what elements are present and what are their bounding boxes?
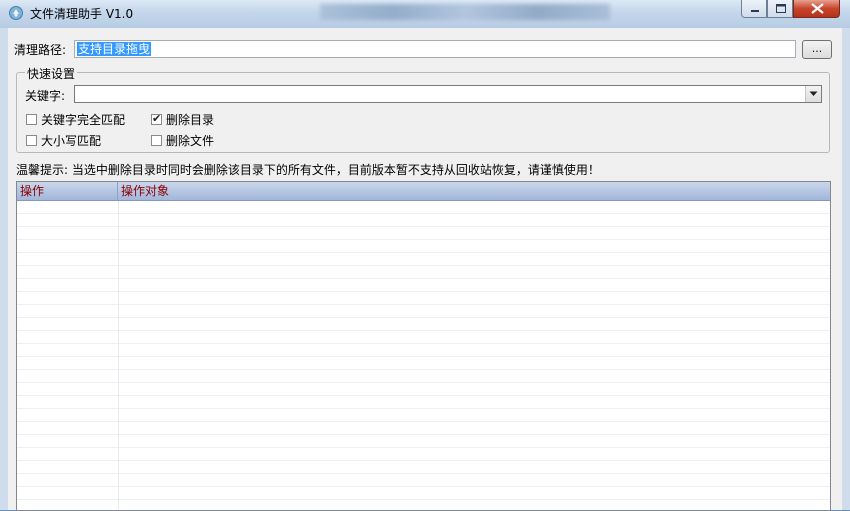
maximize-button[interactable]	[767, 0, 793, 18]
exact-match-option[interactable]: 关键字完全匹配	[26, 111, 125, 128]
column-divider	[118, 201, 119, 510]
quick-settings-group: 快速设置 关键字: 关键字完全匹配 大小写匹配 ✔ 删除目录 删除文件	[16, 65, 830, 153]
minimize-button[interactable]	[741, 0, 767, 18]
path-input[interactable]: 支持目录拖曳	[74, 40, 796, 58]
exact-match-label: 关键字完全匹配	[41, 113, 126, 127]
maximize-icon	[776, 4, 786, 13]
path-input-value: 支持目录拖曳	[77, 42, 152, 56]
case-match-option[interactable]: 大小写匹配	[26, 132, 101, 149]
client-area: 清理路径: 支持目录拖曳 ... 快速设置 关键字: 关键字完全匹配 大小写匹配…	[8, 28, 842, 511]
window-title: 文件清理助手 V1.0	[30, 7, 134, 21]
delete-dir-checkbox[interactable]: ✔	[151, 112, 162, 125]
column-header-action[interactable]: 操作	[17, 182, 118, 200]
case-match-checkbox[interactable]	[26, 135, 37, 146]
delete-file-label: 删除文件	[166, 134, 215, 148]
exact-match-checkbox[interactable]	[26, 114, 37, 125]
path-label: 清理路径:	[14, 43, 67, 57]
keyword-label: 关键字:	[25, 89, 66, 103]
checkmark-icon: ✔	[152, 112, 162, 125]
delete-dir-option[interactable]: ✔ 删除目录	[151, 111, 214, 128]
list-header: 操作 操作对象	[17, 182, 830, 201]
delete-file-option[interactable]: 删除文件	[151, 132, 214, 149]
column-header-target[interactable]: 操作对象	[118, 182, 818, 200]
blurred-background-window	[320, 4, 610, 20]
dropdown-arrow-icon	[809, 91, 818, 96]
delete-file-checkbox[interactable]	[151, 135, 162, 146]
operations-list[interactable]: 操作 操作对象	[16, 181, 831, 511]
quick-settings-title: 快速设置	[25, 65, 78, 82]
close-button[interactable]	[793, 0, 840, 18]
delete-dir-label: 删除目录	[166, 113, 215, 127]
close-icon	[811, 3, 824, 14]
browse-button[interactable]: ...	[802, 40, 832, 59]
list-body[interactable]	[17, 201, 830, 510]
warning-text: 温馨提示: 当选中删除目录时同时会删除该目录下的所有文件，目前版本暂不支持从回收…	[16, 163, 600, 177]
minimize-icon	[751, 10, 759, 12]
recycle-app-icon	[9, 6, 23, 20]
keyword-combobox[interactable]	[74, 85, 822, 103]
case-match-label: 大小写匹配	[41, 134, 102, 148]
title-bar[interactable]: 文件清理助手 V1.0	[0, 0, 850, 28]
keyword-dropdown-button[interactable]	[805, 86, 821, 102]
app-window: 文件清理助手 V1.0 清理路径: 支持目录拖曳 ... 快速设置 关键字: 关…	[0, 0, 850, 511]
